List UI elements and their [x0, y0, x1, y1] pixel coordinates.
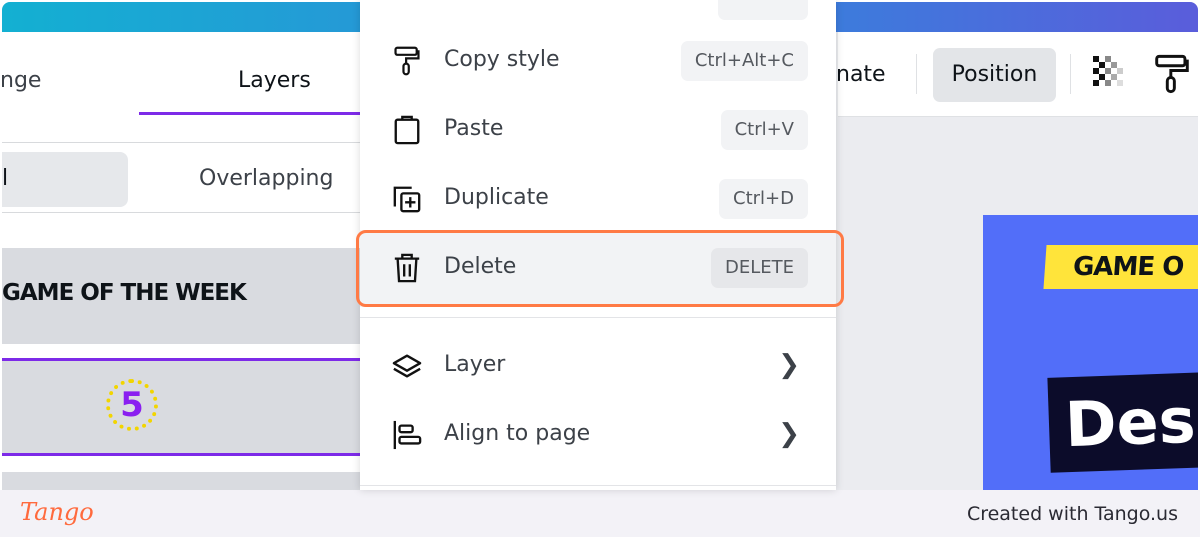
paint-roller-icon — [394, 46, 420, 76]
layer-item[interactable] — [2, 472, 362, 490]
divider — [2, 212, 362, 213]
tab-layers[interactable]: Layers — [238, 68, 311, 93]
design-title-text: Des — [1047, 372, 1198, 473]
layer-item-selected[interactable]: 5 — [2, 358, 362, 456]
clipboard-icon — [394, 115, 420, 145]
paint-roller-icon[interactable] — [1154, 54, 1190, 94]
shortcut-badge: Ctrl+V — [720, 110, 808, 150]
filter-overlapping-button[interactable]: Overlapping — [199, 166, 333, 191]
transparency-icon[interactable] — [1093, 56, 1129, 92]
layers-icon — [392, 354, 422, 378]
filter-all-label: l — [2, 166, 9, 191]
design-banner-text: GAME O — [1043, 245, 1198, 289]
menu-divider — [360, 485, 836, 486]
editor-toolbar: nate Position — [836, 32, 1198, 117]
menu-divider — [360, 317, 836, 318]
menu-item-duplicate[interactable]: Duplicate Ctrl+D — [360, 169, 836, 229]
divider — [916, 54, 917, 94]
menu-item-copy[interactable] — [360, 0, 836, 30]
menu-item-copy-style[interactable]: Copy style Ctrl+Alt+C — [360, 31, 836, 91]
animate-button[interactable]: nate — [836, 62, 886, 87]
menu-item-paste[interactable]: Paste Ctrl+V — [360, 100, 836, 160]
duplicate-icon — [393, 186, 421, 213]
chevron-right-icon: ❯ — [778, 350, 800, 380]
layer-item[interactable]: GAME OF THE WEEK — [2, 248, 362, 344]
menu-item-align-to-page[interactable]: Align to page ❯ — [360, 405, 836, 465]
menu-item-label: Paste — [444, 116, 504, 141]
shortcut-badge: Ctrl+Alt+C — [680, 41, 808, 81]
layer-thumbnail: 5 — [106, 379, 158, 431]
highlight-box — [356, 230, 844, 307]
design-canvas[interactable]: GAME O Des — [983, 215, 1198, 490]
shortcut-badge: Ctrl+D — [719, 179, 808, 219]
menu-item-label: Duplicate — [444, 185, 549, 210]
menu-item-label: Align to page — [444, 421, 591, 446]
footer: Tango Created with Tango.us — [0, 490, 1200, 537]
chevron-right-icon: ❯ — [778, 419, 800, 449]
divider — [1070, 54, 1071, 94]
tango-logo: Tango — [20, 498, 94, 526]
position-panel: nge Layers l Overlapping GAME OF THE WEE… — [2, 32, 362, 490]
menu-item-layer[interactable]: Layer ❯ — [360, 336, 836, 396]
menu-item-label: Copy style — [444, 47, 560, 72]
position-button[interactable]: Position — [933, 48, 1056, 102]
divider — [2, 142, 362, 143]
filter-all-button[interactable] — [2, 152, 128, 207]
shortcut-badge — [718, 0, 808, 20]
created-with-text: Created with Tango.us — [966, 503, 1178, 525]
layer-label: GAME OF THE WEEK — [2, 280, 247, 306]
align-icon — [393, 420, 422, 450]
tab-arrange[interactable]: nge — [2, 68, 41, 93]
active-tab-indicator — [139, 112, 362, 115]
menu-item-label: Layer — [444, 352, 506, 377]
